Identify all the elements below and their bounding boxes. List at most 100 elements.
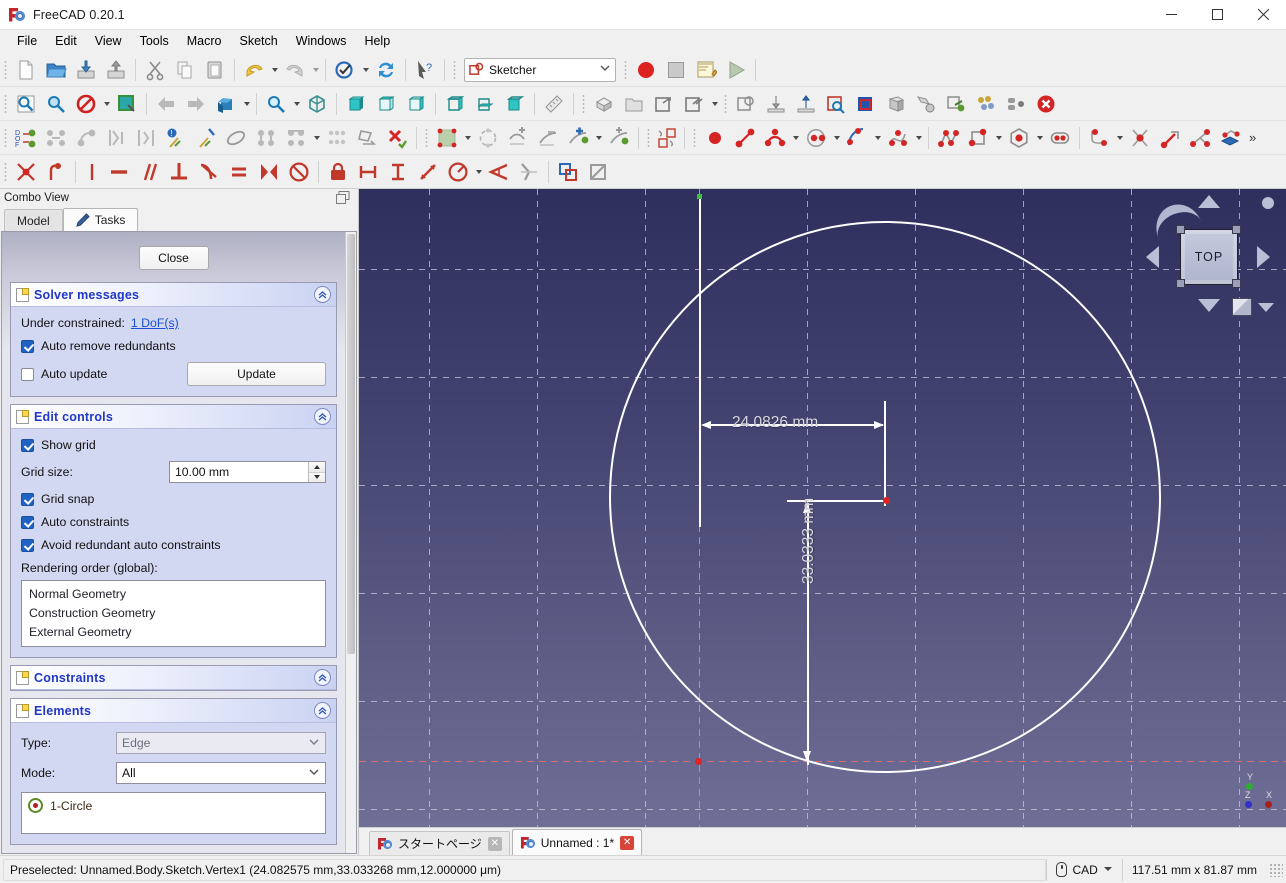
bottom-view-icon[interactable] — [470, 89, 500, 119]
undo-icon[interactable] — [239, 55, 269, 85]
arrow-right-icon[interactable] — [1257, 246, 1270, 268]
constrain-parallel-icon[interactable] — [134, 157, 164, 187]
list-item[interactable]: Normal Geometry — [22, 585, 325, 604]
point-icon[interactable] — [700, 123, 730, 153]
grid-size-arrows[interactable] — [308, 462, 325, 482]
extend-caret-icon[interactable] — [593, 123, 604, 153]
solver-messages-header[interactable]: Solver messages — [11, 283, 336, 307]
arrow-left-icon[interactable] — [1146, 246, 1159, 268]
select-vertical-axis-icon[interactable] — [131, 123, 161, 153]
scrollbar-thumb[interactable] — [347, 234, 355, 654]
rear-view-icon[interactable] — [440, 89, 470, 119]
slot-icon[interactable] — [1045, 123, 1075, 153]
chevron-up-icon[interactable] — [314, 669, 331, 686]
trim-icon[interactable] — [1125, 123, 1155, 153]
constrain-angle-icon[interactable] — [484, 157, 514, 187]
restore-internal-geometry-icon[interactable] — [251, 123, 281, 153]
list-item[interactable]: Construction Geometry — [22, 604, 325, 623]
nav-cube-corner[interactable] — [1176, 225, 1185, 234]
polyline-icon[interactable] — [933, 123, 963, 153]
chevron-up-icon[interactable] — [314, 408, 331, 425]
connect-edges-icon[interactable] — [503, 123, 533, 153]
auto-constraints-row[interactable]: Auto constraints — [21, 515, 326, 529]
nav-forward-icon[interactable] — [181, 89, 211, 119]
symmetry-caret-icon[interactable] — [311, 123, 322, 153]
save-document-icon[interactable] — [71, 55, 101, 85]
close-icon[interactable]: ✕ — [487, 836, 502, 851]
construction-caret-icon[interactable] — [462, 123, 473, 153]
measure-icon[interactable] — [539, 89, 569, 119]
draw-style-caret-icon[interactable] — [101, 89, 112, 119]
navigation-style-selector[interactable]: CAD — [1046, 858, 1121, 881]
redo-dropdown-caret-icon[interactable] — [310, 55, 321, 85]
constrain-radius-icon[interactable] — [443, 157, 473, 187]
activate-deactivate-constraint-icon[interactable] — [583, 157, 613, 187]
cut-icon[interactable] — [140, 55, 170, 85]
bspline-caret-icon[interactable] — [913, 123, 924, 153]
show-grid-row[interactable]: Show grid — [21, 438, 326, 452]
leave-sketch-icon[interactable] — [1001, 89, 1031, 119]
toolbar-grip-geometry[interactable] — [691, 126, 698, 149]
symmetry-icon[interactable] — [281, 123, 311, 153]
chevron-down-icon[interactable] — [308, 736, 320, 751]
element-type-select[interactable]: Edge — [116, 732, 326, 754]
menu-sketch[interactable]: Sketch — [231, 31, 287, 52]
polygon-icon[interactable] — [1004, 123, 1034, 153]
constrain-tangent-icon[interactable] — [194, 157, 224, 187]
toolbar-grip-view[interactable] — [2, 92, 9, 115]
constrain-vertical-icon[interactable] — [80, 157, 104, 187]
menu-edit[interactable]: Edit — [46, 31, 86, 52]
avoid-redundant-row[interactable]: Avoid redundant auto constraints — [21, 538, 326, 552]
nav-menu-caret-icon[interactable] — [1258, 303, 1274, 312]
menu-view[interactable]: View — [86, 31, 131, 52]
arrow-down-icon[interactable] — [1198, 299, 1220, 312]
stepper-down-icon[interactable] — [309, 472, 325, 482]
toolbar-overflow-icon[interactable]: » — [1245, 130, 1260, 145]
circle-caret-icon[interactable] — [831, 123, 842, 153]
toggle-construction-icon[interactable] — [432, 123, 462, 153]
element-mode-select[interactable]: All — [116, 762, 326, 784]
document-tab-unnamed[interactable]: Unnamed : 1* ✕ — [511, 829, 643, 855]
list-item[interactable]: 1-Circle — [28, 798, 319, 813]
close-icon[interactable] — [1240, 0, 1286, 30]
mini-cube-icon[interactable] — [1232, 298, 1252, 316]
grid-snap-checkbox[interactable] — [21, 492, 34, 506]
whats-this-icon[interactable]: ? — [410, 55, 440, 85]
fillet-caret-icon[interactable] — [1114, 123, 1125, 153]
sketch-origin-point[interactable] — [695, 758, 702, 765]
constrain-distance-icon[interactable] — [413, 157, 443, 187]
constrain-distance-y-icon[interactable] — [383, 157, 413, 187]
tasks-panel-scrollbar[interactable] — [345, 232, 356, 853]
right-view-icon[interactable] — [401, 89, 431, 119]
arc-caret-icon[interactable] — [790, 123, 801, 153]
arc-icon[interactable] — [760, 123, 790, 153]
circle-icon[interactable] — [801, 123, 831, 153]
navigation-cube[interactable]: TOP — [1138, 191, 1278, 326]
draw-style-icon[interactable] — [71, 89, 101, 119]
front-view-icon[interactable] — [341, 89, 371, 119]
chevron-down-icon[interactable] — [308, 766, 320, 781]
nav-cube-corner[interactable] — [1176, 279, 1185, 288]
fit-selection-icon[interactable] — [41, 89, 71, 119]
show-grid-checkbox[interactable] — [21, 438, 34, 452]
constrain-point-on-object-icon[interactable] — [41, 157, 71, 187]
resize-grip[interactable] — [1269, 862, 1283, 877]
toolbar-grip-macro[interactable] — [622, 58, 629, 81]
list-item[interactable]: External Geometry — [22, 623, 325, 642]
sketch-vertex-preselected[interactable] — [883, 497, 890, 504]
refresh-std-icon[interactable] — [330, 55, 360, 85]
auto-update-checkbox[interactable] — [21, 367, 34, 381]
tab-model[interactable]: Model — [4, 209, 63, 231]
chevron-up-icon[interactable] — [314, 702, 331, 719]
delete-all-geometry-icon[interactable] — [382, 123, 412, 153]
auto-constraints-checkbox[interactable] — [21, 515, 34, 529]
nav-cube-top-face[interactable]: TOP — [1180, 229, 1238, 285]
elements-list[interactable]: 1-Circle — [21, 792, 326, 834]
nav-cube-corner[interactable] — [1232, 225, 1241, 234]
attach-sketch-icon[interactable] — [761, 89, 791, 119]
avoid-redundant-checkbox[interactable] — [21, 538, 34, 552]
link-actions-icon[interactable] — [679, 89, 709, 119]
extend-edge-icon[interactable] — [563, 123, 593, 153]
new-document-icon[interactable] — [11, 55, 41, 85]
refresh-dropdown-caret-icon[interactable] — [360, 55, 371, 85]
